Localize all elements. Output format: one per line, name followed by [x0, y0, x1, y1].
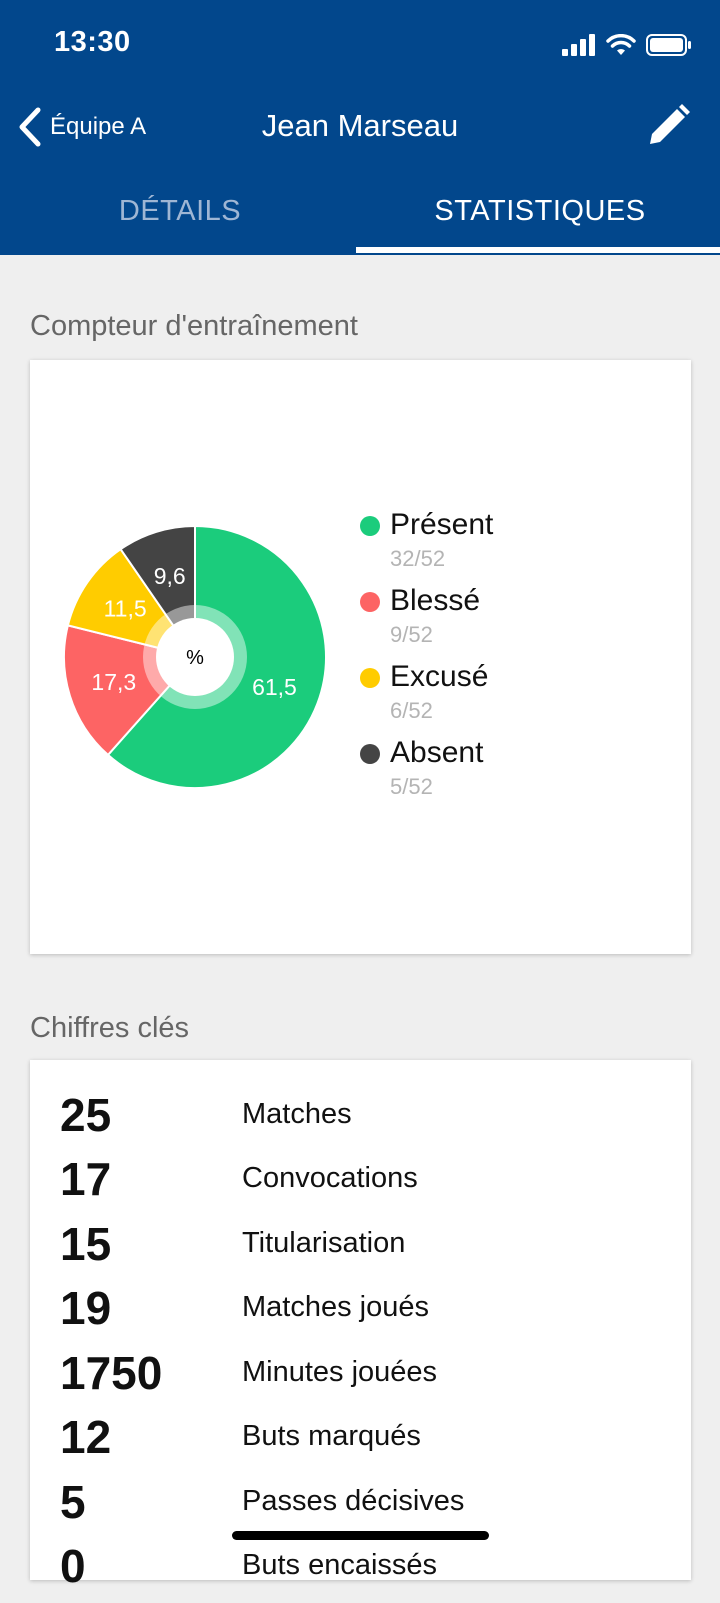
pencil-icon	[650, 104, 690, 144]
key-figure-label: Passes décisives	[242, 1485, 465, 1517]
pie-data-label-2: 11,5	[104, 596, 147, 622]
key-figure-row: 25 Matches	[60, 1088, 680, 1152]
pie-data-label-0: 61,5	[252, 674, 297, 700]
legend-name: Absent	[390, 736, 484, 769]
key-figure-label: Matches joués	[242, 1291, 429, 1323]
status-time: 13:30	[54, 26, 131, 58]
key-figure-value: 12	[60, 1411, 112, 1463]
pie-data-label-1: 17,3	[91, 669, 136, 695]
signal-icon	[562, 34, 595, 56]
key-figure-value: 1750	[60, 1347, 163, 1399]
key-figure-label: Matches	[242, 1098, 352, 1130]
key-figure-value: 5	[60, 1476, 86, 1528]
legend-dot-blesse	[360, 592, 380, 612]
tab-details[interactable]: DÉTAILS	[0, 195, 360, 228]
attendance-pie-chart: % 61,5 17,3 11,5 9,6	[63, 524, 327, 789]
legend-count: 9/52	[390, 622, 433, 647]
key-figure-label: Titularisation	[242, 1227, 406, 1259]
key-figure-row: 1750 Minutes jouées	[60, 1346, 680, 1410]
key-figure-value: 15	[60, 1218, 112, 1270]
header: 13:30 Équipe A Jean Marseau DÉTAILS STAT…	[0, 0, 720, 255]
key-figure-label: Minutes jouées	[242, 1356, 438, 1388]
pie-data-label-3: 9,6	[154, 563, 186, 589]
page-title: Jean Marseau	[261, 108, 459, 143]
key-figure-label: Buts marqués	[242, 1420, 421, 1452]
key-figure-row: 19 Matches joués	[60, 1281, 680, 1345]
legend-count: 6/52	[390, 698, 433, 723]
legend-dot-present	[360, 516, 380, 536]
pie-center-label: %	[186, 647, 204, 669]
legend-name: Présent	[390, 508, 494, 541]
key-figure-row: 5 Passes décisives	[60, 1475, 680, 1539]
key-figure-value: 25	[60, 1089, 112, 1141]
legend-count: 32/52	[390, 546, 446, 571]
key-figure-row: 0 Buts encaissés	[60, 1539, 680, 1603]
key-figures-section-title: Chiffres clés	[30, 1012, 190, 1044]
key-figure-row: 15 Titularisation	[60, 1217, 680, 1281]
key-figure-label: Convocations	[242, 1162, 418, 1194]
key-figure-value: 19	[60, 1282, 112, 1334]
legend-count: 5/52	[390, 774, 433, 799]
legend-name: Excusé	[390, 660, 489, 693]
key-figure-label: Buts encaissés	[242, 1549, 438, 1581]
status-icons	[562, 30, 692, 60]
edit-button[interactable]	[644, 102, 692, 155]
tab-statistiques[interactable]: STATISTIQUES	[360, 195, 720, 228]
home-indicator[interactable]	[232, 1531, 489, 1540]
key-figure-value: 17	[60, 1153, 112, 1205]
key-figure-row: 17 Convocations	[60, 1152, 680, 1216]
legend-dot-excuse	[360, 668, 380, 688]
training-section-title: Compteur d'entraînement	[30, 310, 358, 342]
training-chart-card: % 61,5 17,3 11,5 9,6 Présent 32/52 Blessé 9/…	[30, 360, 691, 954]
wifi-icon	[606, 34, 636, 55]
key-figures-card: 25 Matches 17 Convocations 15 Titularisa…	[30, 1060, 691, 1592]
active-tab-indicator	[356, 247, 720, 253]
legend-dot-absent	[360, 744, 380, 764]
key-figure-row: 12 Buts marqués	[60, 1410, 680, 1474]
key-figure-value: 0	[60, 1540, 86, 1592]
legend-name: Blessé	[390, 584, 481, 617]
battery-icon	[646, 34, 691, 56]
